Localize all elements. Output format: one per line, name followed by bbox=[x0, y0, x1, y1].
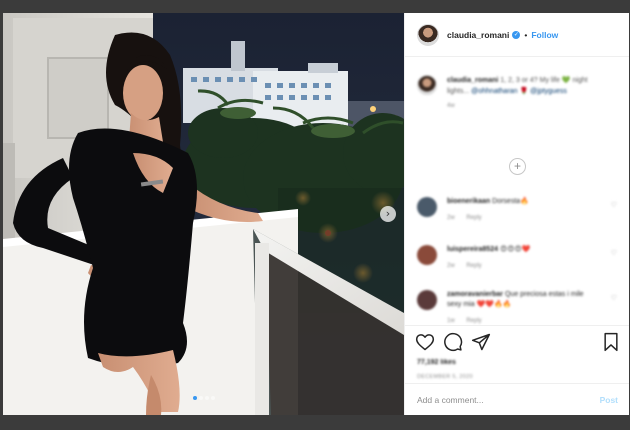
reply-button[interactable]: Reply bbox=[466, 318, 481, 324]
comment-item: zamoravanierbar Que preciosa estas i mil… bbox=[417, 290, 617, 324]
comment-text: zamoravanierbar Que preciosa estas i mil… bbox=[447, 290, 595, 310]
comments-list[interactable]: claudia_romani 1, 2, 3 or 4? My life 💚 n… bbox=[405, 57, 629, 325]
comment-meta: 1w Reply bbox=[447, 318, 617, 324]
carousel-dot bbox=[192, 396, 197, 400]
comment-meta: 2w Reply bbox=[447, 215, 617, 221]
comment-text: bioenerikaan Dorsesta🔥 bbox=[447, 197, 595, 207]
comment-time: 1w bbox=[447, 318, 455, 324]
avatar[interactable] bbox=[417, 75, 437, 95]
comment-time: 2w bbox=[447, 263, 455, 269]
username-link[interactable]: claudia_romani bbox=[447, 30, 509, 40]
carousel-dot bbox=[204, 396, 209, 400]
comment-body: Dorsesta🔥 bbox=[492, 198, 529, 205]
caption-username[interactable]: claudia_romani bbox=[447, 77, 498, 84]
verified-badge-icon: ✓ bbox=[512, 30, 521, 39]
post-comment-button[interactable]: Post bbox=[600, 395, 618, 405]
comment-time: 2w bbox=[447, 215, 455, 221]
comment-meta: 2w Reply bbox=[447, 263, 617, 269]
comment-username[interactable]: zamoravanierbar bbox=[447, 291, 503, 298]
reply-button[interactable]: Reply bbox=[466, 215, 481, 221]
photo-scene bbox=[3, 13, 404, 415]
caption-time: 4w bbox=[447, 103, 455, 109]
action-bar: 77,192 likes DECEMBER 5, 2020 Post bbox=[405, 325, 629, 415]
caption: claudia_romani 1, 2, 3 or 4? My life 💚 n… bbox=[417, 75, 607, 109]
comment-text: luispereira8524 😍😍😍❤️ bbox=[447, 245, 595, 255]
comment-item: bioenerikaan Dorsesta🔥 2w Reply ♡ bbox=[417, 197, 617, 221]
heart-outline-icon[interactable] bbox=[415, 332, 435, 352]
add-comment-input[interactable] bbox=[417, 394, 600, 405]
add-comment-bar: Post bbox=[405, 383, 629, 415]
comment-bubble-icon[interactable] bbox=[443, 332, 463, 352]
avatar[interactable] bbox=[417, 197, 437, 217]
post-details-panel: claudia_romani ✓ • Follow claudia_romani… bbox=[404, 13, 629, 415]
comment-username[interactable]: bioenerikaan bbox=[447, 198, 490, 205]
post-modal: › claudia_romani ✓ • Follow claudia_roma… bbox=[3, 13, 629, 415]
avatar[interactable] bbox=[417, 245, 437, 265]
carousel-dot bbox=[210, 396, 215, 400]
post-photo[interactable]: › bbox=[3, 13, 404, 415]
carousel-indicator bbox=[3, 387, 404, 405]
paper-plane-icon[interactable] bbox=[471, 332, 491, 352]
comment-like-heart-icon[interactable]: ♡ bbox=[611, 294, 617, 302]
carousel-next-button[interactable]: › bbox=[380, 206, 396, 222]
comment-username[interactable]: luispereira8524 bbox=[447, 246, 498, 253]
post-header: claudia_romani ✓ • Follow bbox=[405, 13, 629, 57]
caption-text: claudia_romani 1, 2, 3 or 4? My life 💚 n… bbox=[447, 75, 607, 97]
carousel-dot bbox=[198, 396, 203, 400]
load-more-comments-button[interactable]: + bbox=[509, 158, 526, 175]
separator-dot: • bbox=[524, 29, 528, 40]
caption-tags[interactable]: @ohhnatharan 🌹 @jptyguess bbox=[471, 88, 567, 95]
chevron-right-icon: › bbox=[385, 207, 391, 220]
comment-like-heart-icon[interactable]: ♡ bbox=[611, 201, 617, 209]
bookmark-icon[interactable] bbox=[602, 332, 620, 352]
avatar[interactable] bbox=[417, 23, 439, 46]
likes-count[interactable]: 77,192 likes bbox=[417, 359, 456, 366]
comment-like-heart-icon[interactable]: ♡ bbox=[611, 249, 617, 257]
post-date: DECEMBER 5, 2020 bbox=[417, 374, 473, 380]
reply-button[interactable]: Reply bbox=[466, 263, 481, 269]
comment-body: 😍😍😍❤️ bbox=[499, 246, 531, 253]
action-icons bbox=[415, 332, 620, 354]
avatar[interactable] bbox=[417, 290, 437, 310]
follow-button[interactable]: Follow bbox=[531, 30, 558, 40]
comment-item: luispereira8524 😍😍😍❤️ 2w Reply ♡ bbox=[417, 245, 617, 269]
